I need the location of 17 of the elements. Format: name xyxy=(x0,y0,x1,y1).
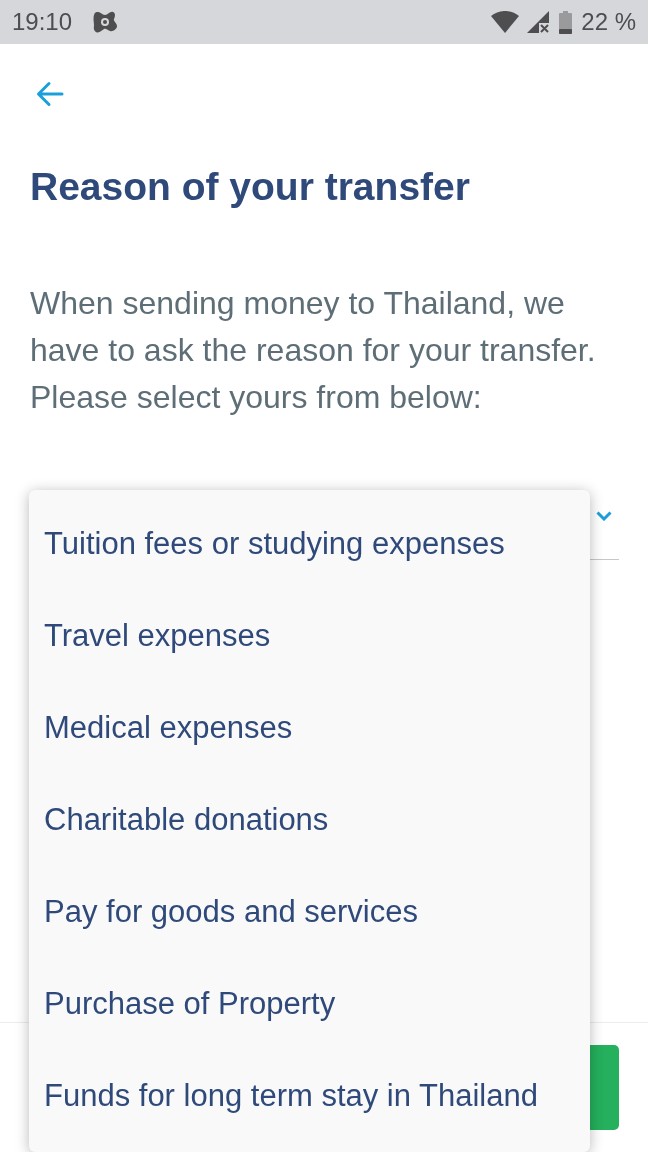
menu-option[interactable]: Tuition fees or studying expenses xyxy=(29,498,590,590)
menu-option[interactable]: Funds for long term stay in Thailand xyxy=(29,1050,590,1142)
arrow-left-icon xyxy=(36,80,64,108)
wifi-icon xyxy=(491,11,520,33)
menu-option[interactable]: Pay for goods and services xyxy=(29,866,590,958)
menu-option[interactable]: Medical expenses xyxy=(29,682,590,774)
status-time: 19:10 xyxy=(12,8,73,36)
signal-icon xyxy=(527,11,550,33)
menu-option[interactable]: Charitable donations xyxy=(29,774,590,866)
splat-icon xyxy=(92,10,119,34)
menu-option[interactable]: Purchase of Property xyxy=(29,958,590,1050)
menu-option[interactable]: Travel expenses xyxy=(29,590,590,682)
chevron-down-icon xyxy=(596,511,612,521)
instruction-text: When sending money to Thailand, we have to ask the reason for your transfer. Please select yours from below: xyxy=(30,284,597,417)
battery-percentage: 22 % xyxy=(581,8,636,36)
page-title: Reason of your transfer xyxy=(30,164,471,210)
battery-icon xyxy=(559,10,573,34)
